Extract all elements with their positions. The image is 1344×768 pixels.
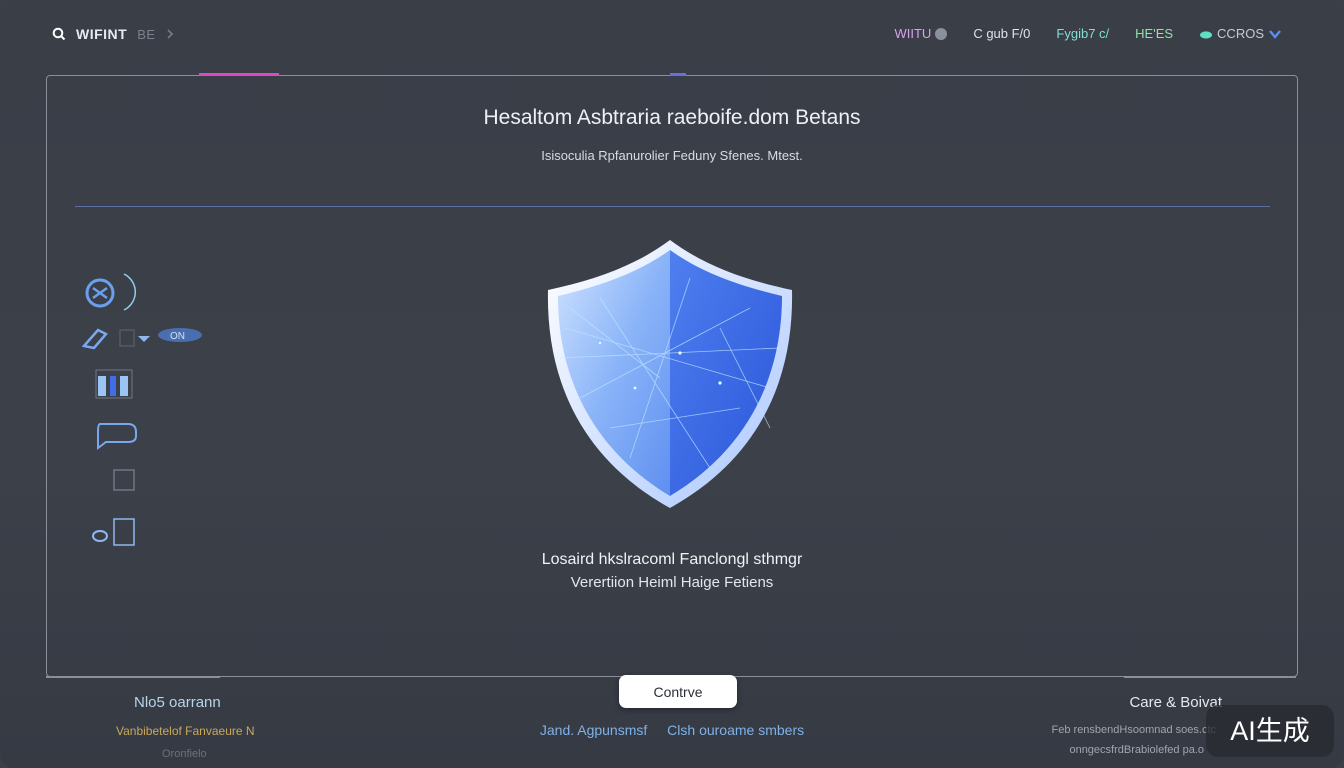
- tag-icon[interactable]: ON: [80, 324, 206, 354]
- top-bar: WIFINT BE WIITU C gub F/0 Fygib7 c/ HE'E…: [0, 0, 1344, 70]
- chevron-right-icon: [167, 29, 173, 39]
- message-line-2: Verertiion Heiml Haige Fetiens: [570, 574, 774, 591]
- footer-left-caption: Oronfielo: [162, 748, 207, 760]
- footer-right-subtitle: Feb rensbendHsoomnad soes.ctc: [1051, 724, 1216, 736]
- nav-label: CCROS: [1217, 26, 1264, 41]
- cloud-icon: [1200, 30, 1213, 39]
- chevron-down-icon: [1269, 29, 1281, 39]
- nav-label: Fygib7 c/: [1056, 26, 1110, 41]
- page-subtitle: Isisoculia Rpfanurolier Feduny Sfenes. M…: [541, 148, 803, 163]
- tab-indicator: [670, 73, 686, 76]
- nav-item-4[interactable]: HE'ES: [1135, 26, 1173, 41]
- page-title: Hesaltom Asbtraria raeboife.dom Betans: [483, 106, 861, 129]
- chat-icon[interactable]: [94, 418, 142, 452]
- nav-label: C gub F/0: [973, 26, 1031, 41]
- nav-item-2[interactable]: C gub F/0: [973, 26, 1030, 41]
- message-line-1: Losaird hkslracoml Fanclongl sthmgr: [541, 551, 803, 568]
- continue-button[interactable]: Contrve: [619, 675, 737, 708]
- nav-label: HE'ES: [1135, 26, 1174, 41]
- nav-item-5[interactable]: CCROS: [1199, 26, 1282, 41]
- divider: [75, 206, 1270, 207]
- info-icon: [935, 27, 948, 40]
- footer-left-title[interactable]: Nlo5 oarrann: [134, 694, 221, 711]
- search-icon: [52, 27, 66, 41]
- ai-generated-watermark: AI生成: [1206, 705, 1334, 757]
- footer-divider-left: [46, 676, 220, 678]
- footer-link-2[interactable]: Clsh ouroame smbers: [667, 722, 804, 738]
- top-nav: WIITU C gub F/0 Fygib7 c/ HE'ES CCROS: [894, 26, 1282, 41]
- link-icon[interactable]: [84, 268, 140, 314]
- footer-link-1[interactable]: Jand. Agpunsmsf: [540, 722, 647, 738]
- grid-icon[interactable]: [94, 366, 134, 402]
- footer-right-caption: onngecsfrdBrabiolefed pa.o: [1069, 744, 1204, 756]
- active-tab-indicator: [199, 73, 279, 76]
- shield-icon: [547, 240, 793, 508]
- app-window: WIFINT BE WIITU C gub F/0 Fygib7 c/ HE'E…: [0, 0, 1344, 768]
- document-icon[interactable]: [90, 516, 138, 548]
- brand-sub: BE: [137, 26, 156, 42]
- brand-name: WIFINT: [76, 26, 128, 42]
- nav-label: WIITU: [894, 26, 932, 41]
- svg-text:ON: ON: [170, 331, 185, 342]
- nav-item-1[interactable]: WIITU: [894, 26, 948, 41]
- footer-divider-right: [1124, 676, 1296, 678]
- brand[interactable]: WIFINT BE: [52, 26, 174, 42]
- square-icon[interactable]: [112, 468, 136, 492]
- nav-item-3[interactable]: Fygib7 c/: [1056, 26, 1109, 41]
